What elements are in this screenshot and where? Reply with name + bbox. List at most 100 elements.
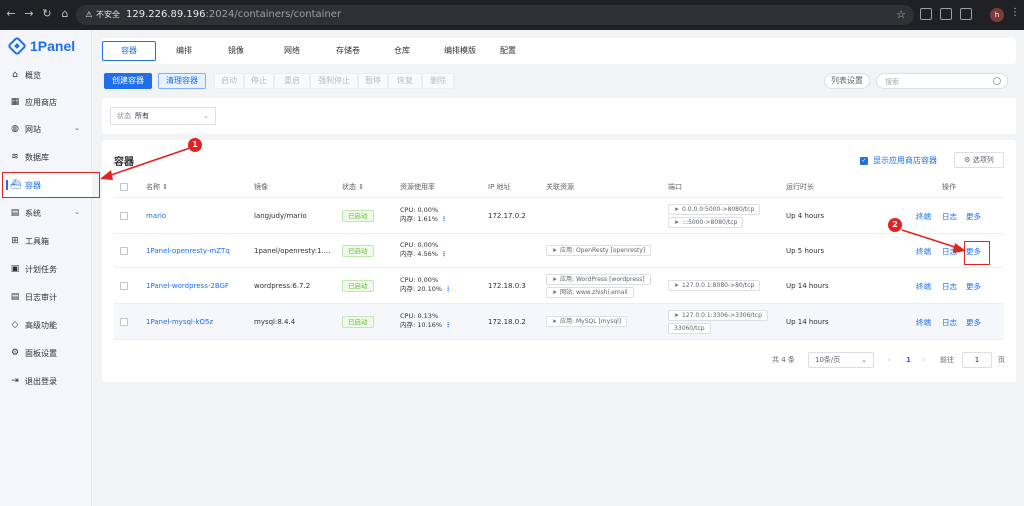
log-button[interactable]: 日志: [942, 317, 957, 328]
browser-home-icon[interactable]: ⌂: [58, 7, 72, 21]
header-name[interactable]: 名称 ⇕: [146, 182, 168, 192]
extension-icon[interactable]: [920, 8, 932, 20]
sidebar-item-logout[interactable]: ⇥ 退出登录: [0, 368, 92, 394]
sidebar-item-label: 系统: [25, 208, 41, 218]
forward-icon[interactable]: →: [22, 7, 36, 21]
bookmark-star-icon[interactable]: ☆: [896, 8, 906, 21]
log-button[interactable]: 日志: [942, 211, 957, 222]
related-resource-tag[interactable]: ➤ 应用: OpenResty [openresty]: [546, 245, 652, 256]
more-button[interactable]: 更多: [966, 211, 981, 222]
extension-icon[interactable]: [940, 8, 952, 20]
log-button[interactable]: 日志: [942, 246, 957, 257]
container-name-link[interactable]: 1Panel-wordpress-2BGF: [146, 281, 229, 291]
delete-button[interactable]: 删除: [422, 73, 454, 89]
profile-avatar[interactable]: h: [990, 8, 1004, 22]
sidebar-item-calendar[interactable]: ▣ 计划任务: [0, 256, 92, 282]
prev-page-icon[interactable]: ‹: [888, 355, 891, 365]
sidebar-item-system[interactable]: ▤ 系统 ⌄: [0, 200, 92, 226]
memory-usage: 内存: 20.10%: [400, 285, 443, 293]
related-resource-tag[interactable]: ➤ 应用: WordPress [wordpress]: [546, 274, 651, 285]
sidebar-item-grid[interactable]: ▦ 应用商店: [0, 89, 92, 115]
log-button[interactable]: 日志: [942, 281, 957, 292]
port-tag[interactable]: ➤ 0.0.0.0:5000->8080/tcp: [668, 204, 761, 215]
back-icon[interactable]: ←: [4, 7, 18, 21]
list-settings-button[interactable]: 列表设置: [824, 73, 870, 89]
more-button[interactable]: 更多: [966, 317, 981, 328]
cpu-usage: CPU: 0.00%: [400, 276, 439, 284]
restart-button[interactable]: 重启: [274, 73, 310, 89]
terminal-button[interactable]: 终端: [916, 246, 931, 257]
row-checkbox[interactable]: [120, 212, 128, 220]
header-image: 镜像: [254, 183, 268, 191]
gear-icon: ⚙: [10, 348, 20, 358]
header-status[interactable]: 状态 ⇕: [342, 182, 364, 192]
row-checkbox[interactable]: [120, 247, 128, 255]
tab-volumes[interactable]: 存储卷: [326, 41, 370, 61]
start-button[interactable]: 启动: [214, 73, 244, 89]
create-container-button[interactable]: 创建容器: [104, 73, 152, 89]
row-checkbox[interactable]: [120, 318, 128, 326]
page-number-current[interactable]: 1: [906, 355, 911, 365]
container-name-link[interactable]: 1Panel-openresty-mZTq: [146, 246, 230, 256]
show-app-store-checkbox[interactable]: ✓ 显示应用商店容器: [860, 155, 937, 166]
logo[interactable]: 1Panel: [7, 36, 75, 56]
sidebar-item-diamond[interactable]: ◇ 高级功能: [0, 312, 92, 338]
security-warning[interactable]: ⚠ 不安全: [84, 9, 120, 21]
globe-icon: ◍: [11, 124, 19, 134]
port-tag[interactable]: ➤ 127.0.0.1:8080->80/tcp: [668, 280, 761, 291]
tab-config[interactable]: 配置: [488, 41, 528, 61]
port-tag[interactable]: 33060/tcp: [668, 323, 711, 334]
column-options-button[interactable]: ⚙ 选项列: [954, 152, 1004, 168]
port-tag[interactable]: ➤ 127.0.0.1:3306->3306/tcp: [668, 310, 768, 321]
status-filter-select[interactable]: 状态 所有 ⌄: [110, 107, 216, 125]
related-resource-label: 网站: www.zhishi.email: [560, 289, 628, 296]
status-badge: 已启动: [342, 245, 374, 257]
container-name-link[interactable]: 1Panel-mysql-kO5z: [146, 317, 213, 327]
force-stop-button[interactable]: 强制停止: [310, 73, 358, 89]
search-input[interactable]: 搜索: [876, 73, 1008, 89]
pause-button[interactable]: 暂停: [358, 73, 388, 89]
more-detail-icon[interactable]: ⋮: [445, 285, 452, 293]
stop-button[interactable]: 停止: [244, 73, 274, 89]
terminal-button[interactable]: 终端: [916, 211, 931, 222]
more-button[interactable]: 更多: [966, 281, 981, 292]
more-detail-icon[interactable]: ⋮: [445, 321, 452, 329]
sidebar-item-gear[interactable]: ⚙ 面板设置: [0, 340, 92, 366]
more-detail-icon[interactable]: ⋮: [441, 215, 448, 223]
goto-page-input[interactable]: 1: [962, 352, 992, 368]
related-resource-tag[interactable]: ➤ 网站: www.zhishi.email: [546, 287, 634, 298]
address-bar[interactable]: ⚠ 不安全 129.226.89.196:2024/containers/cont…: [76, 5, 914, 25]
filter-panel: 状态 所有 ⌄: [102, 98, 1016, 134]
row-checkbox[interactable]: [120, 282, 128, 290]
puzzle-icon[interactable]: [960, 8, 972, 20]
sidebar-item-globe[interactable]: ◍ 网站 ⌄: [0, 116, 92, 142]
sidebar-item-home[interactable]: ⌂ 概览: [0, 62, 92, 88]
database-icon: ≋: [11, 152, 19, 162]
page-size-select[interactable]: 10条/页 ⌄: [808, 352, 874, 368]
reload-icon[interactable]: ↻: [40, 7, 54, 21]
tab-compose-templates[interactable]: 编排模版: [432, 41, 488, 61]
port-tag[interactable]: ➤:::5000->8080/tcp: [668, 217, 744, 228]
more-detail-icon[interactable]: ⋮: [441, 250, 448, 258]
related-resource-tag[interactable]: ➤ 应用: MySQL [mysql]: [546, 316, 628, 327]
tab-compose[interactable]: 编排: [164, 41, 204, 61]
tab-images[interactable]: 镜像: [216, 41, 256, 61]
tab-containers[interactable]: 容器: [102, 41, 156, 61]
browser-menu-icon[interactable]: ⋮: [1010, 7, 1020, 18]
sidebar-item-log[interactable]: ▤ 日志审计: [0, 284, 92, 310]
container-name-link[interactable]: mario: [146, 211, 166, 221]
select-all-checkbox[interactable]: [120, 183, 128, 191]
tab-networks[interactable]: 网络: [272, 41, 312, 61]
sidebar-item-toolbox[interactable]: ⊞ 工具箱: [0, 228, 92, 254]
annotation-marker-2: 2: [888, 218, 902, 232]
sidebar-item-database[interactable]: ≋ 数据库: [0, 144, 92, 170]
header-ip: IP 地址: [488, 183, 511, 191]
terminal-button[interactable]: 终端: [916, 317, 931, 328]
resume-button[interactable]: 恢复: [388, 73, 422, 89]
clean-container-button[interactable]: 清理容器: [158, 73, 206, 89]
status-badge: 已启动: [342, 210, 374, 222]
memory-usage: 内存: 10.16%: [400, 321, 443, 329]
next-page-icon[interactable]: ›: [922, 355, 925, 365]
terminal-button[interactable]: 终端: [916, 281, 931, 292]
tab-repositories[interactable]: 仓库: [382, 41, 422, 61]
